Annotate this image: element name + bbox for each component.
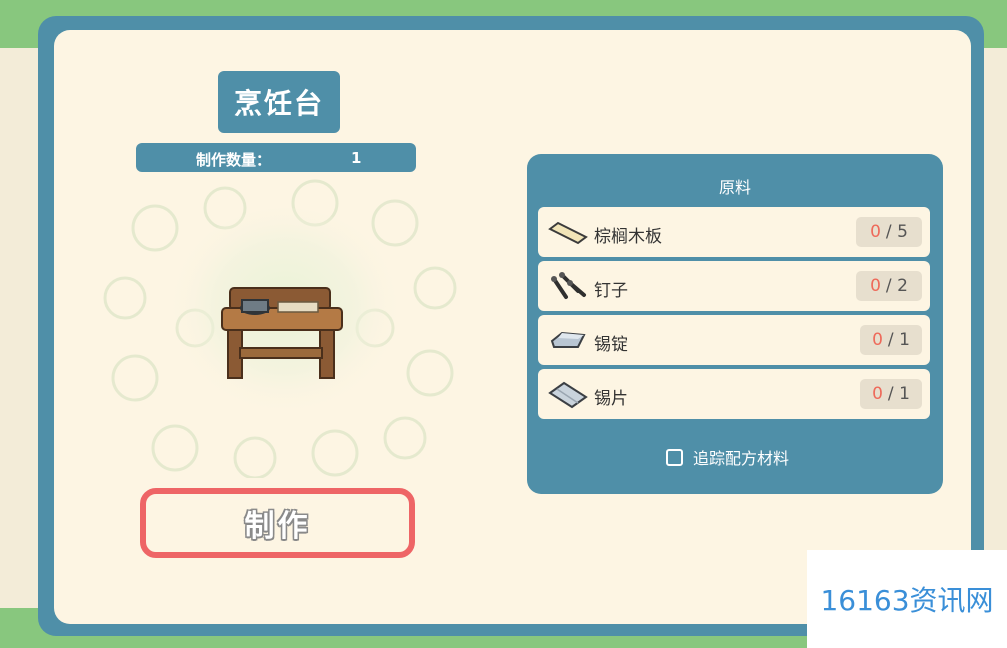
nails-icon [551,272,586,299]
material-count: 0/ 1 [860,379,922,409]
recipe-title: 烹饪台 [218,71,340,133]
material-name: 棕榈木板 [594,227,662,247]
track-materials-toggle[interactable]: 追踪配方材料 [666,446,789,468]
track-label: 追踪配方材料 [693,449,790,468]
material-name: 钉子 [594,281,628,301]
watermark-logo: 16163资讯网 [807,550,1007,648]
materials-panel: 原料 棕榈木板 0/ 5 钉子 0/ 2 锡锭 0/ 1 锡片 0 / 1 [527,154,943,494]
material-count: 0/ 1 [860,325,922,355]
quantity-value[interactable]: 1 [351,149,361,167]
materials-header: 原料 [718,178,751,197]
material-row[interactable]: 棕榈木板 0/ 5 [538,207,930,257]
track-checkbox[interactable] [666,448,683,466]
quantity-label: 制作数量： [196,151,272,169]
material-name: 锡锭 [594,335,628,355]
tin-sheet-icon [548,381,588,409]
material-count: 0/ 2 [856,271,922,301]
material-count: 0/ 5 [856,217,922,247]
cooking-station-preview [103,179,457,478]
quantity-bar[interactable]: 制作数量： 1 [136,143,416,172]
material-row[interactable]: 钉子 0/ 2 [538,261,930,311]
palm-plank-icon [548,221,588,245]
material-row[interactable]: 锡锭 0/ 1 [538,315,930,365]
tin-ingot-icon [550,331,586,348]
material-row[interactable]: 锡片 0/ 1 [538,369,930,419]
craft-button[interactable]: 制作 [140,488,415,558]
material-name: 锡片 [594,389,628,409]
